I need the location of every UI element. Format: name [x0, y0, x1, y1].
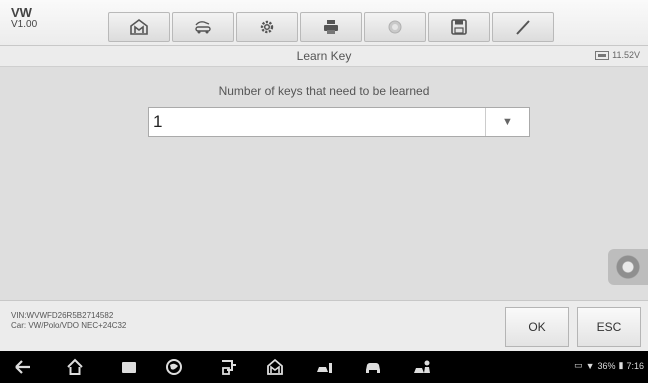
service-icon: [317, 363, 332, 373]
top-header: VW V1.00: [0, 0, 648, 46]
esc-button[interactable]: ESC: [577, 307, 641, 347]
prompt-label: Number of keys that need to be learned: [218, 84, 430, 98]
service-button[interactable]: [316, 358, 334, 376]
main-content: Number of keys that need to be learned 1…: [0, 67, 648, 300]
battery-voltage-value: 11.52V: [612, 50, 640, 60]
battery-percent: 36%: [597, 360, 616, 371]
system-nav-bar: ▭ ▼ 36% ▮ 7:16: [0, 351, 648, 383]
print-button[interactable]: [300, 12, 362, 42]
wifi-icon: ▼: [585, 360, 595, 371]
brand: VW V1.00: [11, 5, 38, 31]
car-button[interactable]: [364, 358, 382, 376]
help-icon: [388, 20, 402, 34]
back-button[interactable]: [14, 358, 32, 376]
tablet-battery-icon: ▮: [618, 360, 624, 370]
vin-text: VIN:WVWFD26R5B2714582: [11, 311, 114, 320]
page-title: Learn Key: [296, 49, 352, 63]
diag-home-icon: [267, 358, 283, 375]
browser-icon: [166, 359, 182, 375]
back-icon: [15, 360, 30, 374]
home-icon: [67, 358, 83, 375]
android-home-button[interactable]: [66, 358, 84, 376]
key-count-value: 1: [153, 112, 163, 131]
diag-home-button[interactable]: [266, 358, 284, 376]
browser-button[interactable]: [165, 358, 183, 376]
vci-icon: [222, 360, 236, 375]
dropdown-arrow-icon[interactable]: ▼: [485, 108, 529, 136]
shop-button[interactable]: [413, 358, 431, 376]
battery-icon: [595, 50, 610, 60]
vehicle-info: VIN:WVWFD26R5B2714582 Car: VW/Polo/VDO N…: [11, 311, 126, 331]
vehicle-swap-button[interactable]: [172, 12, 234, 42]
toolbar: [108, 12, 556, 42]
software-version: V1.00: [11, 19, 38, 30]
recents-button[interactable]: [120, 358, 138, 376]
home-icon: [130, 19, 148, 35]
vehicle-swap-icon: [195, 21, 211, 34]
vci-button[interactable]: [220, 358, 238, 376]
clock: 7:16: [626, 360, 644, 371]
save-button[interactable]: [428, 12, 490, 42]
status-area: ▭ ▼ 36% ▮ 7:16: [574, 360, 644, 371]
title-bar: Learn Key 11.52V: [0, 46, 648, 67]
home-button[interactable]: [108, 12, 170, 42]
chat-icon: ▭: [574, 360, 583, 370]
ok-button[interactable]: OK: [505, 307, 569, 347]
key-count-select[interactable]: 1 ▼: [148, 107, 530, 137]
pen-button[interactable]: [492, 12, 554, 42]
floating-assist-button[interactable]: [608, 249, 648, 285]
help-button[interactable]: [364, 12, 426, 42]
print-icon: [324, 20, 338, 34]
footer-bar: VIN:WVWFD26R5B2714582 Car: VW/Polo/VDO N…: [0, 300, 648, 352]
pen-icon: [516, 20, 530, 35]
car-text: Car: VW/Polo/VDO NEC+24C32: [11, 321, 127, 330]
settings-icon: [260, 20, 274, 34]
recents-icon: [122, 362, 136, 373]
save-icon: [451, 19, 467, 35]
shop-icon: [414, 360, 430, 373]
car-icon: [366, 363, 380, 373]
vehicle-make: VW: [11, 5, 32, 20]
battery-voltage: 11.52V: [595, 50, 640, 60]
settings-button[interactable]: [236, 12, 298, 42]
